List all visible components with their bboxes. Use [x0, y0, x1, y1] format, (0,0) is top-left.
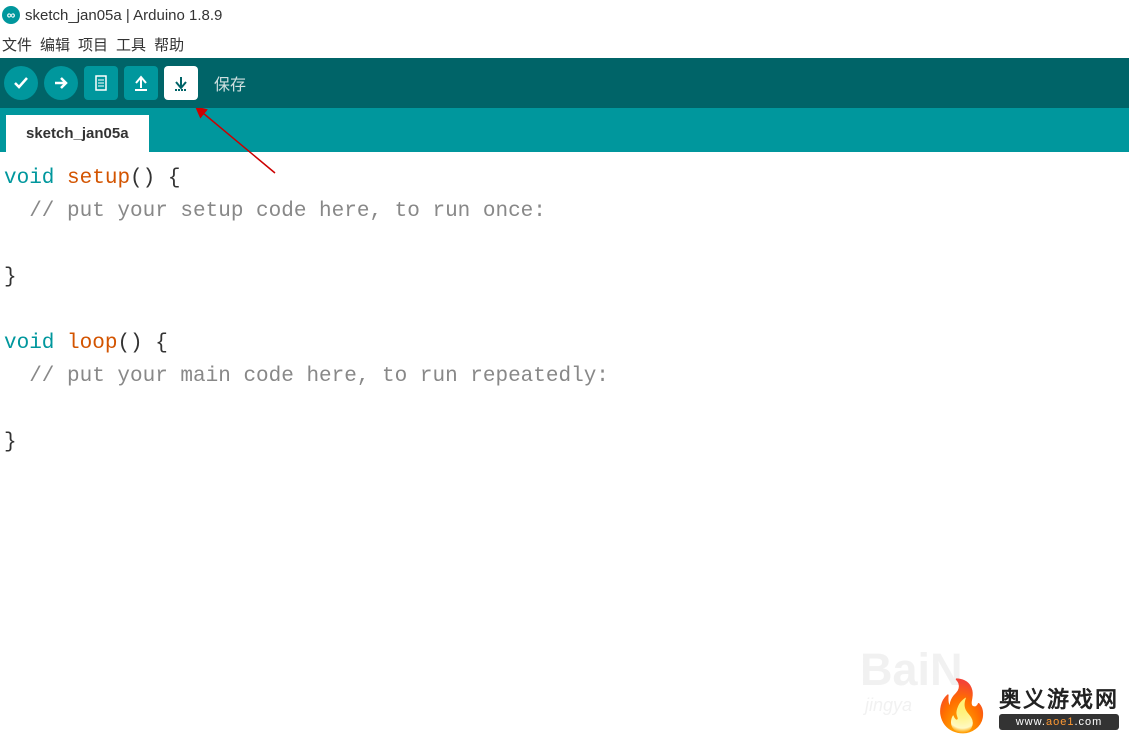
check-icon — [11, 73, 31, 93]
save-tooltip: 保存 — [214, 71, 246, 95]
function-name: setup — [67, 167, 130, 190]
code-text: () { — [117, 332, 167, 355]
watermark-en: www.aoe1.com — [999, 714, 1119, 730]
watermark-cn: 奥义游戏网 — [999, 682, 1119, 714]
menu-file[interactable]: 文件 — [2, 34, 32, 54]
comment: // put your setup code here, to run once… — [4, 200, 546, 223]
window-title: sketch_jan05a | Arduino 1.8.9 — [25, 7, 222, 24]
watermark-site: 🔥 奥义游戏网 www.aoe1.com — [931, 681, 1119, 731]
menu-edit[interactable]: 编辑 — [40, 34, 70, 54]
upload-button[interactable] — [44, 66, 78, 100]
save-button[interactable] — [164, 66, 198, 100]
arrow-right-icon — [51, 73, 71, 93]
code-text: } — [4, 431, 17, 454]
keyword: void — [4, 167, 54, 190]
toolbar: 保存 — [0, 58, 1129, 108]
watermark-baidu-sub: jingya — [865, 695, 912, 716]
document-icon — [91, 73, 111, 93]
keyword: void — [4, 332, 54, 355]
code-text: } — [4, 266, 17, 289]
comment: // put your main code here, to run repea… — [4, 365, 609, 388]
tab-bar: sketch_jan05a — [0, 108, 1129, 152]
flame-icon: 🔥 — [931, 681, 993, 731]
menu-bar: 文件 编辑 项目 工具 帮助 — [0, 30, 1129, 58]
arrow-up-icon — [131, 73, 151, 93]
tab-sketch[interactable]: sketch_jan05a — [6, 115, 149, 152]
menu-tools[interactable]: 工具 — [116, 34, 146, 54]
new-button[interactable] — [84, 66, 118, 100]
function-name: loop — [67, 332, 117, 355]
menu-help[interactable]: 帮助 — [154, 34, 184, 54]
menu-project[interactable]: 项目 — [78, 34, 108, 54]
arduino-icon — [2, 6, 20, 24]
code-editor[interactable]: void setup() { // put your setup code he… — [0, 152, 1129, 469]
verify-button[interactable] — [4, 66, 38, 100]
title-bar: sketch_jan05a | Arduino 1.8.9 — [0, 0, 1129, 30]
arrow-down-icon — [171, 73, 191, 93]
open-button[interactable] — [124, 66, 158, 100]
watermark-text: 奥义游戏网 www.aoe1.com — [999, 682, 1119, 730]
code-text: () { — [130, 167, 180, 190]
